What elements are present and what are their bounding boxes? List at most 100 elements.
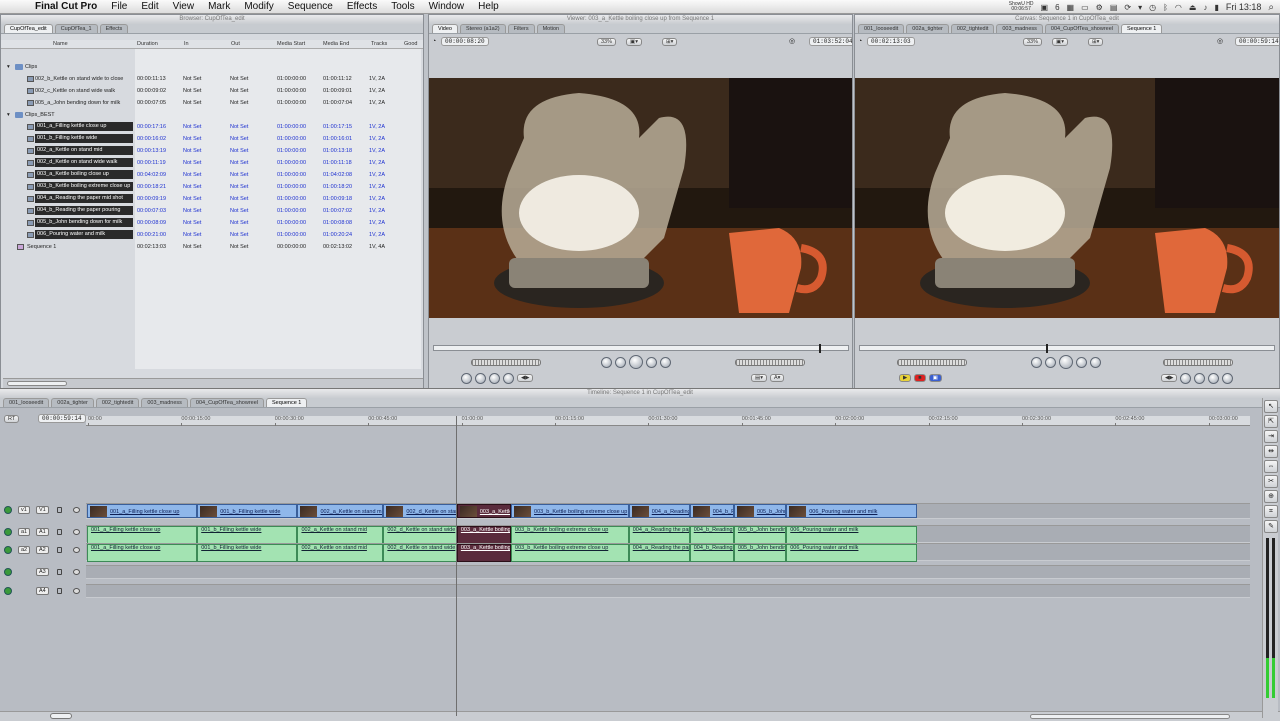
add-marker-icon[interactable]	[503, 372, 514, 384]
audio-clip[interactable]: 005_b_John bending down	[733, 526, 787, 544]
wifi-icon[interactable]: ◠	[1175, 3, 1182, 12]
tab-sequence-1[interactable]: Sequence 1	[266, 398, 308, 407]
generator-popup[interactable]: A▾	[769, 374, 785, 382]
video-clip[interactable]: 001_b_Filling kettle wide	[197, 504, 298, 518]
mark-clip-icon[interactable]	[475, 372, 486, 384]
canvas-zoom-popup[interactable]: 33%	[1023, 38, 1043, 46]
tab-004-showreel[interactable]: 004_CupOfTea_showreel	[189, 398, 264, 407]
browser-clip-row[interactable]: Sequence 1 00:02:13:03 Not Set Not Set 00:00…	[1, 241, 421, 253]
video-clip[interactable]: 003_a_Kettle boiling close up	[456, 504, 512, 518]
pen-tool-icon[interactable]: ✎	[1264, 520, 1278, 533]
menu-tools[interactable]: Tools	[384, 1, 421, 12]
selection-tool-icon[interactable]: ↖	[1264, 400, 1278, 413]
disclosure-triangle-icon[interactable]: ▾	[7, 109, 10, 121]
play-in-to-out-icon[interactable]	[1031, 356, 1042, 368]
browser-scrollbar[interactable]	[3, 378, 423, 388]
audio-clip[interactable]: 006_Pouring water and milk	[786, 526, 917, 544]
audio-clip[interactable]: 002_d_Kettle on stand wide	[383, 544, 457, 562]
auto-select-icon[interactable]	[73, 588, 80, 594]
track-visibility-icon[interactable]	[4, 587, 12, 595]
audio-clip[interactable]: 004_a_Reading the paper	[628, 526, 690, 544]
tab-cupoftea-edit[interactable]: CupOfTea_edit	[4, 24, 53, 33]
previous-edit-icon[interactable]	[1045, 356, 1056, 368]
lock-icon[interactable]	[57, 529, 62, 535]
download-icon[interactable]: ▾	[1138, 3, 1142, 12]
audio-clip[interactable]: 002_a_Kettle on stand mid	[297, 526, 384, 544]
browser-clip-row[interactable]: 005_a_John bending down for milk 00:00:07…	[1, 97, 421, 109]
track-lane-v1[interactable]: 001_a_Filling kettle close up 001_b_Filli…	[86, 503, 1250, 519]
spotlight-icon[interactable]: ⌕	[1268, 2, 1274, 13]
canvas-shuttle-control[interactable]	[897, 358, 967, 366]
tab-002-tightedit[interactable]: 002_tightedit	[95, 398, 140, 407]
source-patch[interactable]: v1	[18, 506, 30, 514]
recent-clips-popup[interactable]: ▤▾	[751, 374, 767, 382]
spaces-icon[interactable]: ▤	[1110, 3, 1118, 12]
audio-clip[interactable]: 004_b_Reading the paper	[689, 544, 734, 562]
destination-track[interactable]: A3	[36, 568, 49, 576]
menu-mark[interactable]: Mark	[201, 1, 237, 12]
sync-icon[interactable]: ⟳	[1124, 3, 1131, 12]
viewer-playhead[interactable]	[819, 344, 822, 353]
match-frame-icon[interactable]	[461, 372, 472, 384]
auto-select-icon[interactable]	[73, 507, 80, 513]
col-out[interactable]: Out	[231, 41, 240, 47]
tab-sequence-1[interactable]: Sequence 1	[1121, 24, 1163, 33]
video-clip[interactable]: 001_a_Filling kettle close up	[87, 504, 198, 518]
track-lane-a1[interactable]: 001_a_Filling kettle close up 001_b_Filli…	[86, 525, 1250, 544]
tab-003-madness[interactable]: 003_madness	[996, 24, 1043, 33]
auto-select-icon[interactable]	[73, 529, 80, 535]
clock[interactable]: Fri 13:18	[1226, 2, 1262, 12]
canvas-location-timecode[interactable]: 00:00:59:14	[1235, 37, 1279, 46]
col-tracks[interactable]: Tracks	[371, 41, 387, 47]
browser-clip-row[interactable]: 001_b_Filling kettle wide 00:00:16:02 Not …	[1, 133, 421, 145]
insert-edit-button[interactable]: ▶	[899, 374, 912, 382]
tab-001-looseedit[interactable]: 001_looseedit	[3, 398, 50, 407]
audio-clip[interactable]: 001_b_Filling kettle wide	[197, 526, 298, 544]
audio-clip[interactable]: 002_d_Kettle on stand wide	[383, 526, 457, 544]
browser-clip-row[interactable]: 004_a_Reading the paper mid shot 00:00:09…	[1, 193, 421, 205]
match-frame-icon[interactable]	[1222, 372, 1234, 384]
play-around-icon[interactable]	[660, 356, 671, 368]
audio-clip[interactable]: 004_a_Reading the paper	[628, 544, 690, 562]
browser-clip-row[interactable]: 002_c_Kettle on stand wide walk 00:00:09:…	[1, 85, 421, 97]
add-keyframe-icon[interactable]	[1194, 372, 1206, 384]
destination-track[interactable]: A4	[36, 587, 49, 595]
roll-tool-icon[interactable]: ⇔	[1264, 460, 1278, 473]
audio-clip[interactable]: 002_a_Kettle on stand mid	[297, 544, 384, 562]
track-visibility-icon[interactable]	[4, 528, 12, 536]
apple-battery-icon[interactable]: ▣	[1041, 3, 1049, 12]
next-edit-icon[interactable]	[1076, 356, 1087, 368]
menu-file[interactable]: File	[104, 1, 134, 12]
video-clip[interactable]: 002_a_Kettle on stand mid	[297, 504, 384, 518]
video-clip[interactable]: 005_b_John bending down	[733, 504, 787, 518]
overwrite-edit-button[interactable]: ■	[914, 374, 926, 382]
browser-clip-row[interactable]: 001_a_Filling kettle close up 00:00:17:16…	[1, 121, 421, 133]
tab-effects[interactable]: Effects	[99, 24, 129, 33]
tab-001-looseedit[interactable]: 001_looseedit	[858, 24, 905, 33]
timeline-ruler[interactable]: 00:00 00:00:15:00 00:00:30:00 00:00:45:00 01…	[86, 416, 1250, 426]
track-visibility-icon[interactable]	[4, 568, 12, 576]
mark-in-out-button[interactable]: ◀▶	[1161, 374, 1178, 382]
eject-icon[interactable]: ⏏	[1189, 3, 1197, 12]
menu-effects[interactable]: Effects	[340, 1, 384, 12]
video-clip[interactable]: 006_Pouring water and milk	[786, 504, 917, 518]
viewer-playhead-sync-popup[interactable]: ⊞▾	[662, 38, 678, 46]
disclosure-triangle-icon[interactable]: ▾	[7, 61, 10, 73]
audio-clip[interactable]: 003_b_Kettle boiling extreme close up	[511, 544, 629, 562]
tab-motion[interactable]: Motion	[536, 24, 566, 33]
tab-002-tightedit[interactable]: 002_tightedit	[950, 24, 995, 33]
track-lane-a3[interactable]	[86, 565, 1250, 579]
menu-sequence[interactable]: Sequence	[281, 1, 340, 12]
play-around-icon[interactable]	[1090, 356, 1101, 368]
gear-icon[interactable]: ⚙	[1096, 3, 1103, 12]
col-in[interactable]: In	[184, 41, 189, 47]
audio-clip[interactable]: 001_a_Filling kettle close up	[87, 526, 198, 544]
viewer-location-timecode[interactable]: 01:03:52:04	[809, 37, 852, 46]
viewer-duration-timecode[interactable]: 00:00:08:20	[441, 37, 489, 46]
bluetooth-icon[interactable]: ᛒ	[1163, 3, 1168, 12]
audio-clip[interactable]: 003_b_Kettle boiling extreme close up	[511, 526, 629, 544]
play-icon[interactable]	[629, 355, 643, 369]
destination-track[interactable]: V1	[36, 506, 49, 514]
browser-clip-row[interactable]: 003_a_Kettle boiling close up 00:04:02:09…	[1, 169, 421, 181]
menu-view[interactable]: View	[166, 1, 202, 12]
